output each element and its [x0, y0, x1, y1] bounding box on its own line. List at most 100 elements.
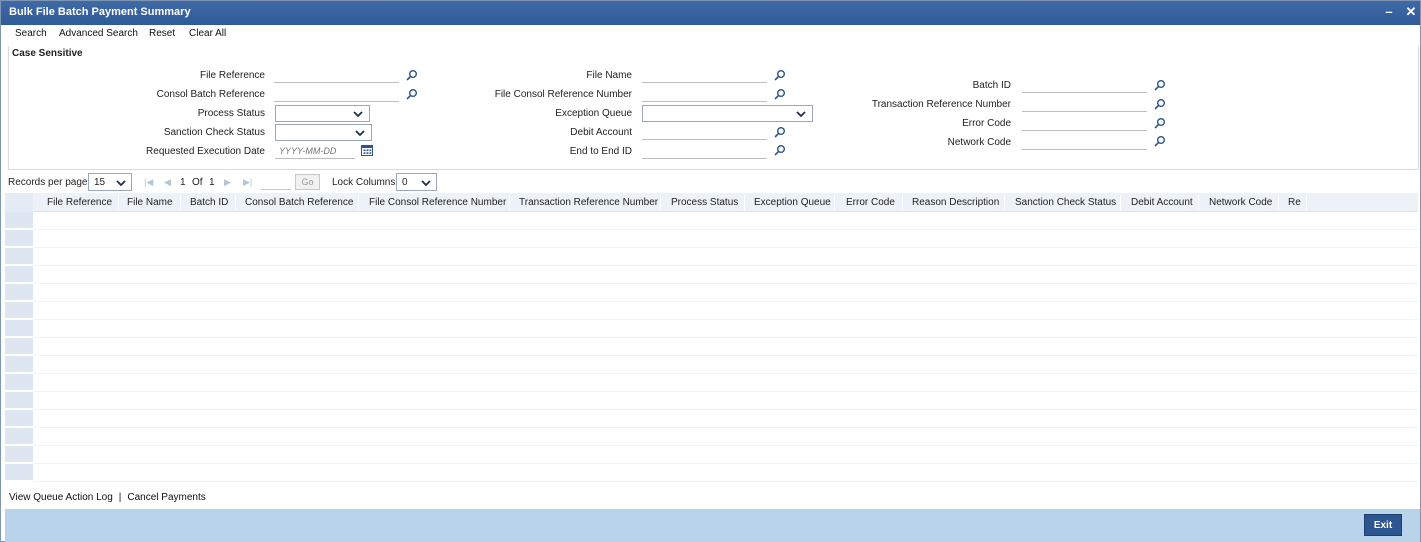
row-selector[interactable] — [5, 248, 33, 265]
debit-account-input[interactable] — [642, 125, 767, 140]
table-row[interactable] — [33, 230, 1418, 248]
end-to-end-id-lookup-icon[interactable] — [774, 144, 786, 156]
column-divider — [1004, 195, 1005, 210]
column-header[interactable]: File Consol Reference Number — [369, 197, 506, 208]
sanction-check-status-select[interactable] — [275, 124, 372, 141]
chevron-down-icon — [355, 128, 365, 138]
last-page-icon[interactable]: ▶| — [243, 177, 252, 188]
file-consol-reference-number-lookup-icon[interactable] — [774, 88, 786, 100]
column-header[interactable]: Reason Description — [912, 197, 999, 208]
row-selector[interactable] — [5, 338, 33, 355]
network-code-lookup-icon[interactable] — [1154, 135, 1166, 147]
debit-account-lookup-icon[interactable] — [774, 126, 786, 138]
calendar-icon[interactable] — [361, 144, 373, 156]
next-page-icon[interactable]: ▶ — [224, 177, 231, 188]
column-header[interactable]: Network Code — [1209, 197, 1272, 208]
row-selector[interactable] — [5, 302, 33, 319]
error-code-input[interactable] — [1022, 116, 1147, 131]
column-header[interactable]: Re — [1288, 197, 1301, 208]
row-selector[interactable] — [5, 356, 33, 373]
column-header[interactable]: File Name — [127, 197, 173, 208]
consol-batch-reference-input[interactable] — [274, 87, 399, 102]
table-row[interactable] — [33, 320, 1418, 338]
table-row[interactable] — [33, 212, 1418, 230]
process-status-label: Process Status — [197, 108, 265, 119]
row-selector[interactable] — [5, 320, 33, 337]
lock-columns-label: Lock Columns — [332, 177, 396, 188]
of-label: Of — [192, 177, 203, 188]
file-consol-reference-number-input[interactable] — [642, 87, 767, 102]
column-header[interactable]: File Reference — [47, 197, 112, 208]
table-row[interactable] — [33, 446, 1418, 464]
advanced-search-button[interactable]: Advanced Search — [59, 28, 138, 39]
table-row[interactable] — [33, 356, 1418, 374]
file-name-lookup-icon[interactable] — [774, 69, 786, 81]
end-to-end-id-input[interactable] — [642, 144, 767, 159]
row-selector[interactable] — [5, 374, 33, 391]
row-selector[interactable] — [5, 392, 33, 409]
file-reference-label: File Reference — [199, 70, 265, 81]
go-button[interactable]: Go — [295, 174, 320, 190]
table-row[interactable] — [33, 302, 1418, 320]
transaction-reference-number-input[interactable] — [1022, 97, 1147, 112]
column-header[interactable]: Consol Batch Reference — [245, 197, 353, 208]
row-selector[interactable] — [5, 464, 33, 481]
view-queue-action-log-link[interactable]: View Queue Action Log — [9, 492, 113, 503]
column-divider — [180, 195, 181, 210]
table-row[interactable] — [33, 266, 1418, 284]
close-button[interactable]: ✕ — [1403, 4, 1419, 20]
file-name-input[interactable] — [642, 68, 767, 83]
cancel-payments-link[interactable]: Cancel Payments — [127, 492, 205, 503]
search-button[interactable]: Search — [15, 28, 47, 39]
error-code-lookup-icon[interactable] — [1154, 117, 1166, 129]
column-header[interactable]: Error Code — [846, 197, 895, 208]
table-row[interactable] — [33, 428, 1418, 446]
batch-id-lookup-icon[interactable] — [1154, 79, 1166, 91]
column-header[interactable]: Batch ID — [190, 197, 228, 208]
table-row[interactable] — [33, 410, 1418, 428]
column-header[interactable]: Sanction Check Status — [1015, 197, 1116, 208]
column-header[interactable]: Transaction Reference Number — [519, 197, 658, 208]
link-separator: | — [118, 492, 122, 503]
row-selector[interactable] — [5, 446, 33, 463]
file-reference-lookup-icon[interactable] — [406, 69, 418, 81]
column-divider — [118, 195, 119, 210]
row-selector[interactable] — [5, 212, 33, 229]
exit-button[interactable]: Exit — [1364, 514, 1402, 536]
column-header[interactable]: Process Status — [671, 197, 738, 208]
process-status-select[interactable] — [275, 105, 370, 122]
table-row[interactable] — [33, 248, 1418, 266]
requested-execution-date-label: Requested Execution Date — [146, 146, 265, 157]
column-header[interactable]: Exception Queue — [754, 197, 831, 208]
select-all-cell[interactable] — [5, 193, 33, 212]
bottom-bar: Exit — [5, 509, 1420, 542]
end-to-end-id-label: End to End ID — [569, 146, 632, 157]
records-per-page-select[interactable]: 15 — [88, 173, 132, 191]
row-selector[interactable] — [5, 266, 33, 283]
transaction-reference-number-lookup-icon[interactable] — [1154, 98, 1166, 110]
column-header[interactable]: Debit Account — [1131, 197, 1193, 208]
batch-id-input[interactable] — [1022, 78, 1147, 93]
table-row[interactable] — [33, 392, 1418, 410]
transaction-reference-number-label: Transaction Reference Number — [871, 99, 1011, 110]
network-code-input[interactable] — [1022, 135, 1147, 150]
reset-button[interactable]: Reset — [149, 28, 175, 39]
table-row[interactable] — [33, 284, 1418, 302]
row-selector[interactable] — [5, 410, 33, 427]
file-reference-input[interactable] — [274, 68, 399, 83]
first-page-icon[interactable]: |◀ — [144, 177, 153, 188]
clear-all-button[interactable]: Clear All — [189, 28, 226, 39]
minimize-button[interactable]: – — [1381, 4, 1397, 20]
consol-batch-reference-lookup-icon[interactable] — [406, 88, 418, 100]
row-selector[interactable] — [5, 284, 33, 301]
previous-page-icon[interactable]: ◀ — [164, 177, 171, 188]
lock-columns-select[interactable]: 0 — [396, 173, 437, 191]
exception-queue-select[interactable] — [642, 105, 813, 122]
table-row[interactable] — [33, 374, 1418, 392]
goto-page-input[interactable] — [261, 174, 291, 190]
table-row[interactable] — [33, 464, 1418, 482]
table-row[interactable] — [33, 338, 1418, 356]
row-selector[interactable] — [5, 230, 33, 247]
requested-execution-date-input[interactable] — [275, 144, 355, 159]
row-selector[interactable] — [5, 428, 33, 445]
